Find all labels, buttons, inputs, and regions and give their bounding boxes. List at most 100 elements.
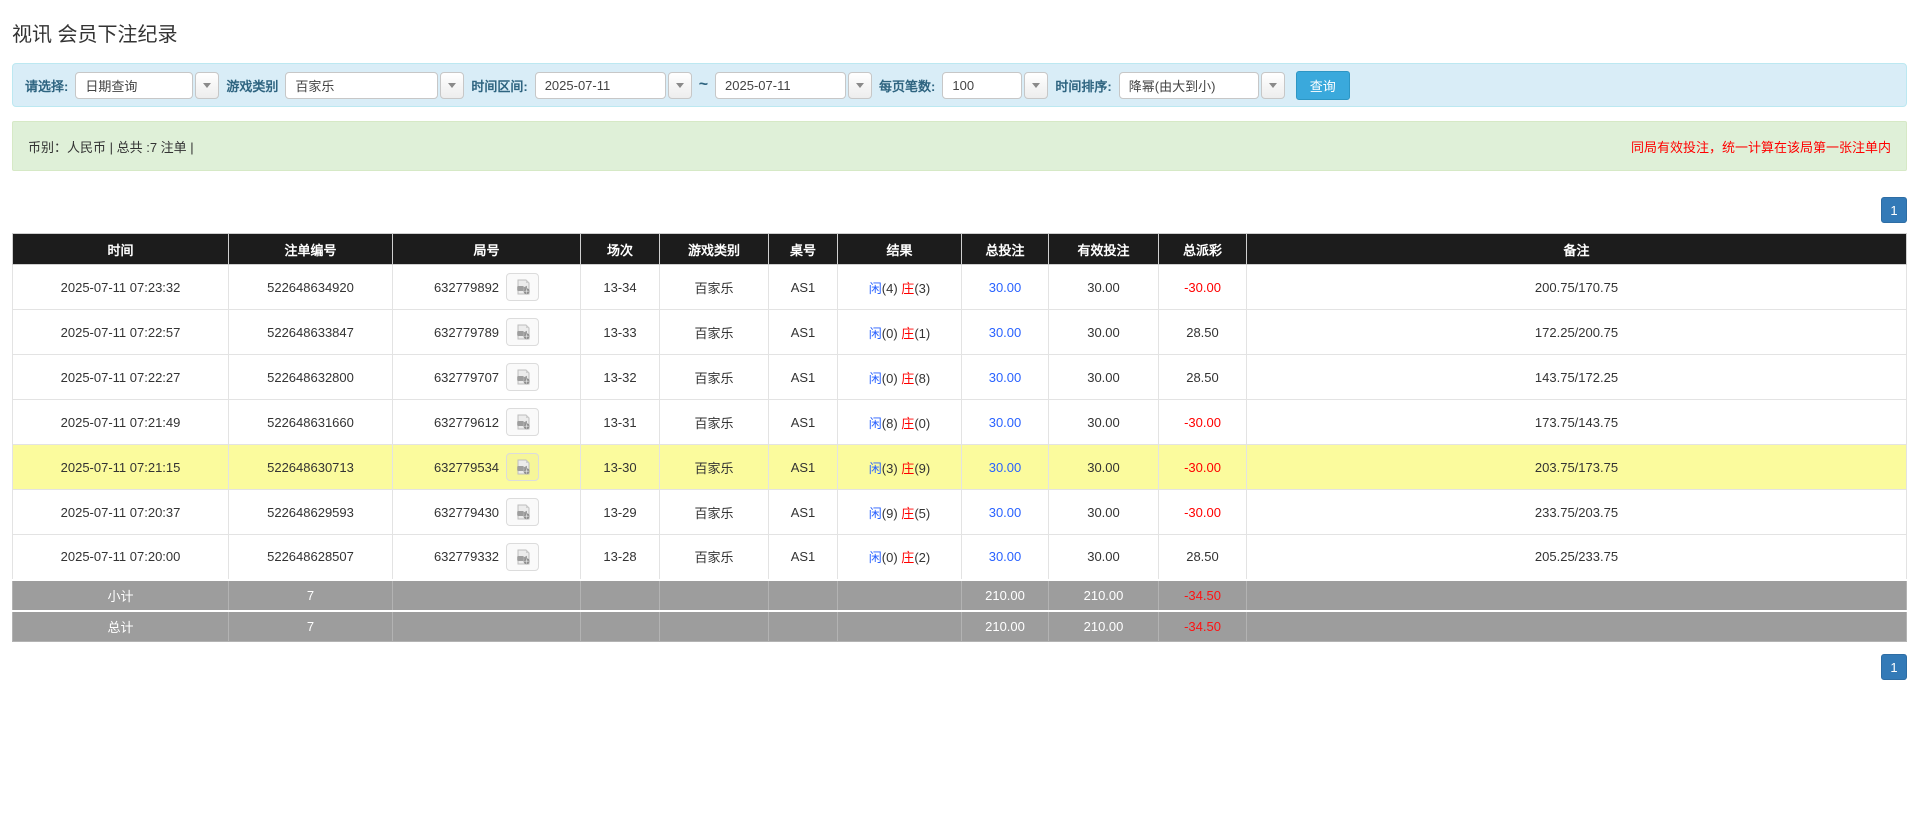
summary-row: 总计7210.00210.00-34.50 — [13, 611, 1907, 642]
game-category-label: 游戏类别 — [226, 76, 278, 95]
total-bet-link[interactable]: 30.00 — [989, 325, 1022, 340]
page-size-input[interactable] — [942, 72, 1022, 99]
result-banker-count: (2) — [914, 550, 930, 565]
cell-result: 闲(3) 庄(9) — [838, 445, 962, 490]
date-from-input[interactable] — [535, 72, 666, 99]
video-replay-button[interactable] — [506, 498, 539, 526]
cell-result: 闲(0) 庄(8) — [838, 355, 962, 400]
round-number-text: 632779430 — [434, 505, 499, 520]
table-header-row: 时间注单编号局号场次游戏类别桌号结果总投注有效投注总派彩备注 — [13, 234, 1907, 265]
date-range-tilde: ~ — [699, 76, 708, 94]
column-header-3: 场次 — [581, 234, 660, 265]
total-bet-link[interactable]: 30.00 — [989, 549, 1022, 564]
result-player-count: (4) — [882, 281, 902, 296]
cell-payout: -30.00 — [1159, 490, 1247, 535]
cell-table-number: AS1 — [769, 535, 838, 580]
result-player-label: 闲 — [869, 281, 882, 296]
search-button[interactable]: 查询 — [1296, 71, 1350, 100]
cell-total-bet: 30.00 — [962, 265, 1049, 310]
cell-total-bet: 30.00 — [962, 535, 1049, 580]
betting-records-page: 视讯 会员下注纪录 请选择: 游戏类别 时间区间: ~ 每页笔数: 时间排序: — [0, 0, 1919, 822]
pagination-page-button[interactable]: 1 — [1881, 197, 1907, 223]
cell-payout: -30.00 — [1159, 265, 1247, 310]
total-bet-link[interactable]: 30.00 — [989, 505, 1022, 520]
cell-remark: 205.25/233.75 — [1247, 535, 1907, 580]
pagination-page-button[interactable]: 1 — [1881, 654, 1907, 680]
summary-total-bet: 210.00 — [962, 611, 1049, 642]
time-sort-combo — [1119, 72, 1285, 99]
query-type-combo — [75, 72, 219, 99]
query-type-label: 请选择: — [25, 76, 68, 95]
cell-table-number: AS1 — [769, 490, 838, 535]
cell-payout: 28.50 — [1159, 310, 1247, 355]
result-banker-label: 庄 — [901, 371, 914, 386]
video-replay-button[interactable] — [506, 543, 539, 571]
page-size-dropdown-button[interactable] — [1024, 72, 1048, 99]
cell-session: 13-33 — [581, 310, 660, 355]
cell-result: 闲(0) 庄(1) — [838, 310, 962, 355]
round-number-text: 632779707 — [434, 370, 499, 385]
cell-session: 13-28 — [581, 535, 660, 580]
query-type-dropdown-button[interactable] — [195, 72, 219, 99]
cell-bet-number: 522648630713 — [229, 445, 393, 490]
result-player-label: 闲 — [869, 461, 882, 476]
summary-info-bar: 币别：人民币 | 总共 :7 注单 | 同局有效投注，统一计算在该局第一张注单内 — [12, 121, 1907, 171]
result-banker-count: (9) — [914, 461, 930, 476]
table-row: 2025-07-11 07:22:27522648632800632779707… — [13, 355, 1907, 400]
result-player-count: (9) — [882, 506, 902, 521]
video-replay-button[interactable] — [506, 408, 539, 436]
cell-bet-number: 522648632800 — [229, 355, 393, 400]
chevron-down-icon — [1269, 83, 1277, 88]
date-to-combo — [715, 72, 872, 99]
result-player-count: (8) — [882, 416, 902, 431]
total-bet-link[interactable]: 30.00 — [989, 370, 1022, 385]
video-replay-icon — [514, 548, 532, 566]
video-replay-icon — [514, 413, 532, 431]
summary-empty-cell — [393, 580, 581, 611]
date-to-dropdown-button[interactable] — [848, 72, 872, 99]
game-category-dropdown-button[interactable] — [440, 72, 464, 99]
result-banker-count: (5) — [914, 506, 930, 521]
chevron-down-icon — [676, 83, 684, 88]
cell-bet-number: 522648634920 — [229, 265, 393, 310]
video-replay-button[interactable] — [506, 363, 539, 391]
column-header-10: 备注 — [1247, 234, 1907, 265]
date-from-dropdown-button[interactable] — [668, 72, 692, 99]
page-size-label: 每页笔数: — [879, 76, 935, 95]
query-type-input[interactable] — [75, 72, 193, 99]
cell-total-bet: 30.00 — [962, 400, 1049, 445]
result-banker-label: 庄 — [901, 416, 914, 431]
video-replay-icon — [514, 458, 532, 476]
summary-empty-cell — [1247, 580, 1907, 611]
summary-empty-cell — [581, 611, 660, 642]
video-replay-button[interactable] — [506, 273, 539, 301]
round-number-text: 632779892 — [434, 280, 499, 295]
time-range-label: 时间区间: — [471, 76, 527, 95]
total-bet-link[interactable]: 30.00 — [989, 280, 1022, 295]
video-replay-icon — [514, 278, 532, 296]
cell-payout: 28.50 — [1159, 535, 1247, 580]
summary-empty-cell — [660, 611, 769, 642]
round-number-text: 632779332 — [434, 549, 499, 564]
time-sort-label: 时间排序: — [1055, 76, 1111, 95]
result-player-label: 闲 — [869, 416, 882, 431]
cell-table-number: AS1 — [769, 400, 838, 445]
cell-result: 闲(4) 庄(3) — [838, 265, 962, 310]
summary-empty-cell — [1247, 611, 1907, 642]
chevron-down-icon — [856, 83, 864, 88]
game-category-input[interactable] — [285, 72, 438, 99]
video-replay-button[interactable] — [506, 453, 539, 481]
date-to-input[interactable] — [715, 72, 846, 99]
total-bet-link[interactable]: 30.00 — [989, 460, 1022, 475]
time-sort-input[interactable] — [1119, 72, 1259, 99]
result-player-label: 闲 — [869, 326, 882, 341]
time-sort-dropdown-button[interactable] — [1261, 72, 1285, 99]
cell-time: 2025-07-11 07:21:15 — [13, 445, 229, 490]
round-number-text: 632779612 — [434, 415, 499, 430]
summary-label: 小计 — [13, 580, 229, 611]
result-player-count: (3) — [882, 461, 902, 476]
cell-game-category: 百家乐 — [660, 310, 769, 355]
page-size-combo — [942, 72, 1048, 99]
total-bet-link[interactable]: 30.00 — [989, 415, 1022, 430]
video-replay-button[interactable] — [506, 318, 539, 346]
